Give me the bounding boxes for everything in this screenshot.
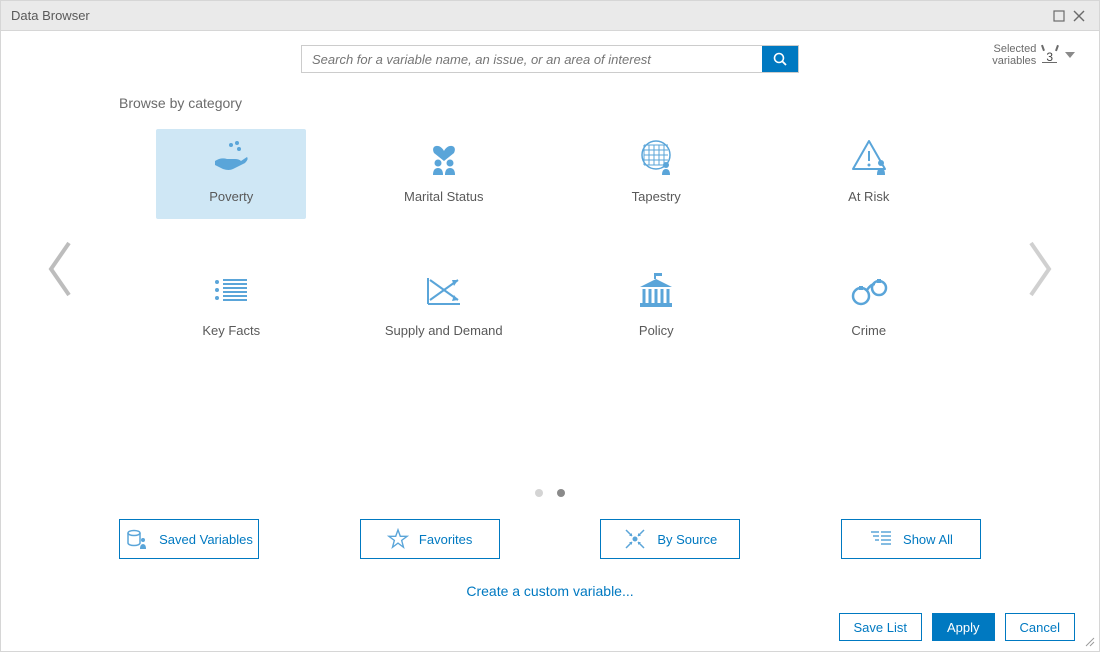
category-label: Key Facts [202, 323, 260, 338]
secondary-actions: Saved Variables Favorites By Source Show… [119, 519, 981, 559]
search-button[interactable] [762, 46, 798, 72]
category-tapestry[interactable]: Tapestry [581, 129, 731, 219]
selected-variables-label-1: Selected [992, 43, 1036, 55]
star-icon [387, 528, 409, 550]
cart-icon: 3 [1042, 47, 1057, 63]
category-crime[interactable]: Crime [794, 263, 944, 353]
selected-variables-count: 3 [1046, 50, 1053, 64]
apply-button[interactable]: Apply [932, 613, 995, 641]
maximize-icon [1053, 10, 1065, 22]
selected-variables-label-2: variables [992, 55, 1036, 67]
pagination-dot-0[interactable] [535, 489, 543, 497]
search-box [301, 45, 799, 73]
category-at-risk[interactable]: At Risk [794, 129, 944, 219]
data-browser-window: Data Browser Selected [0, 0, 1100, 652]
selected-variables[interactable]: Selected variables 3 [992, 43, 1075, 67]
category-label: At Risk [848, 189, 889, 204]
category-marital-status[interactable]: Marital Status [369, 129, 519, 219]
converge-icon [623, 527, 647, 551]
category-label: Marital Status [404, 189, 483, 204]
hand-coins-icon [211, 135, 251, 179]
save-list-button[interactable]: Save List [839, 613, 922, 641]
category-label: Crime [851, 323, 886, 338]
save-list-label: Save List [854, 620, 907, 635]
category-label: Supply and Demand [385, 323, 503, 338]
close-icon [1072, 9, 1086, 23]
secondary-label: Saved Variables [159, 532, 253, 547]
pagination-dot-1[interactable] [557, 489, 565, 497]
category-carousel: Poverty Marital Status Tapestry [25, 129, 1075, 429]
search-row: Selected variables 3 [25, 45, 1075, 73]
category-label: Policy [639, 323, 674, 338]
handcuffs-icon [849, 269, 889, 313]
titlebar: Data Browser [1, 1, 1099, 31]
close-button[interactable] [1069, 6, 1089, 26]
search-icon [772, 51, 788, 67]
grid-person-icon [636, 135, 676, 179]
selected-variables-label: Selected variables [992, 43, 1036, 67]
category-policy[interactable]: Policy [581, 263, 731, 353]
window-title: Data Browser [11, 8, 90, 23]
db-person-icon [125, 527, 149, 551]
cancel-label: Cancel [1020, 620, 1060, 635]
chevron-down-icon[interactable] [1065, 52, 1075, 59]
maximize-button[interactable] [1049, 6, 1069, 26]
warning-person-icon [849, 135, 889, 179]
pagination-dots [25, 489, 1075, 497]
list-icon [211, 269, 251, 313]
category-poverty[interactable]: Poverty [156, 129, 306, 219]
secondary-label: Favorites [419, 532, 472, 547]
category-key-facts[interactable]: Key Facts [156, 263, 306, 353]
gov-icon [636, 269, 676, 313]
cancel-button[interactable]: Cancel [1005, 613, 1075, 641]
footer-buttons: Save List Apply Cancel [839, 613, 1075, 641]
category-label: Poverty [209, 189, 253, 204]
carousel-prev[interactable] [45, 239, 75, 299]
by-source-button[interactable]: By Source [600, 519, 740, 559]
category-grid: Poverty Marital Status Tapestry [125, 129, 975, 353]
apply-label: Apply [947, 620, 980, 635]
secondary-label: Show All [903, 532, 953, 547]
browse-by-category-label: Browse by category [119, 95, 1075, 111]
show-all-icon [869, 528, 893, 550]
supply-demand-icon [424, 269, 464, 313]
category-supply-and-demand[interactable]: Supply and Demand [369, 263, 519, 353]
search-input[interactable] [302, 46, 762, 72]
heart-people-icon [424, 135, 464, 179]
category-label: Tapestry [632, 189, 681, 204]
carousel-next[interactable] [1025, 239, 1055, 299]
favorites-button[interactable]: Favorites [360, 519, 500, 559]
secondary-label: By Source [657, 532, 717, 547]
saved-variables-button[interactable]: Saved Variables [119, 519, 259, 559]
show-all-button[interactable]: Show All [841, 519, 981, 559]
resize-icon [1083, 635, 1095, 647]
create-custom-variable-link[interactable]: Create a custom variable... [466, 583, 633, 599]
resize-handle[interactable] [1083, 635, 1095, 647]
